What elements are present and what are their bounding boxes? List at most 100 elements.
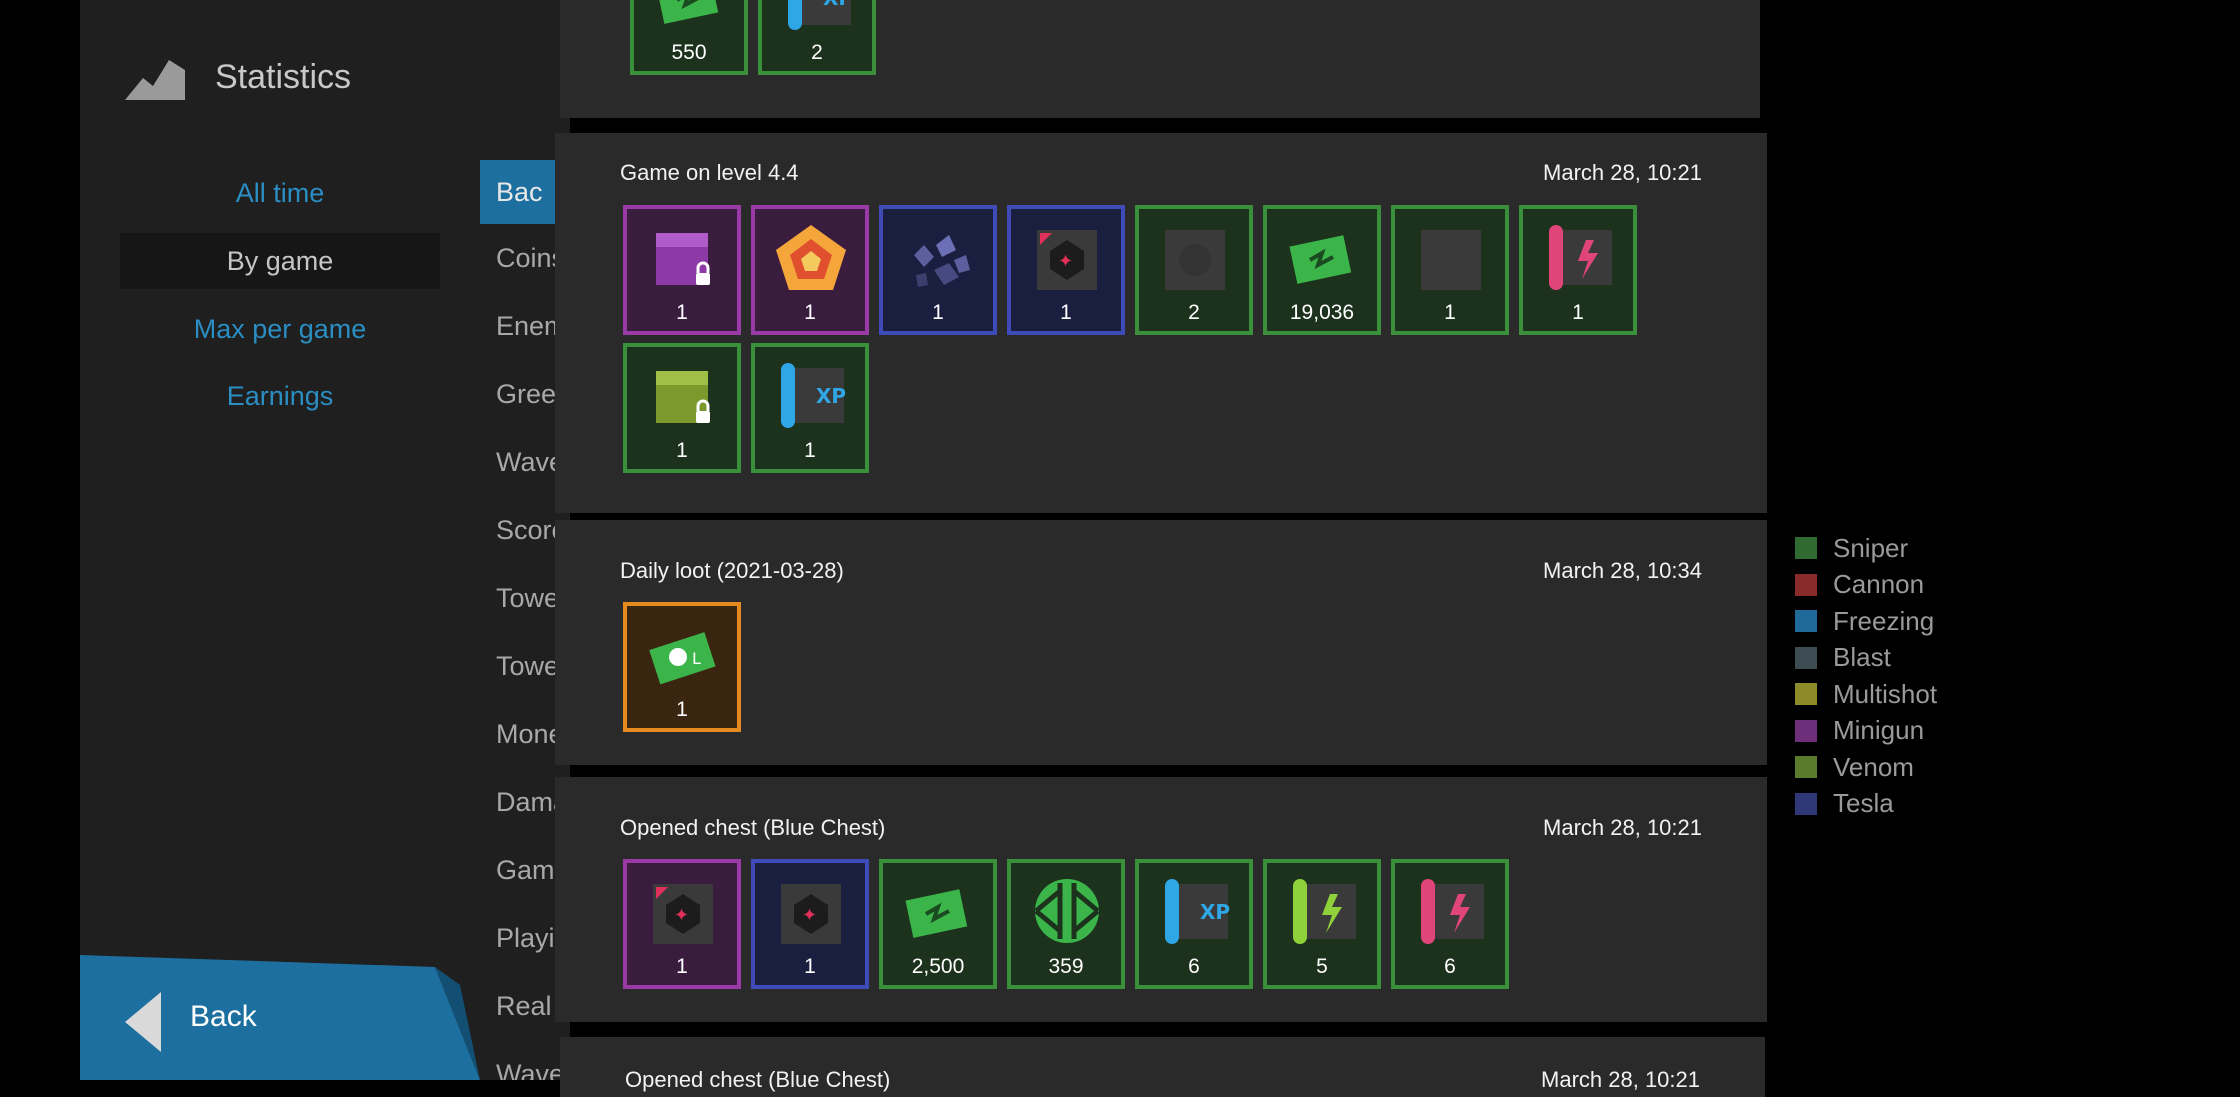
lime-scroll-icon bbox=[1293, 879, 1356, 944]
loot-tile: XP 6 bbox=[1135, 859, 1253, 989]
legend-label: Freezing bbox=[1833, 605, 1935, 636]
tab-all-time[interactable]: All time bbox=[120, 165, 440, 221]
tab-by-game[interactable]: By game bbox=[120, 233, 440, 289]
legend-item-sniper: Sniper bbox=[1795, 530, 1937, 567]
loot-card-date: March 28, 10:21 bbox=[1541, 1067, 1700, 1092]
loot-quantity: 1 bbox=[1572, 301, 1584, 324]
loot-tile: XP 1 bbox=[751, 343, 869, 473]
loot-quantity: 5 bbox=[1316, 955, 1328, 978]
loot-card-date: March 28, 10:21 bbox=[1543, 160, 1702, 185]
svg-text:XP: XP bbox=[816, 384, 846, 408]
back-button[interactable]: Back bbox=[80, 955, 480, 1080]
legend-swatch bbox=[1795, 573, 1817, 596]
loot-quantity: 2,500 bbox=[911, 955, 965, 978]
loot-tile: ✦ 1 bbox=[1007, 205, 1125, 335]
loot-tile: 1 bbox=[623, 205, 741, 335]
back-arrow-icon bbox=[125, 992, 161, 1052]
legend-label: Cannon bbox=[1833, 569, 1925, 600]
back-button-label: Back bbox=[190, 1000, 257, 1033]
loot-quantity: 1 bbox=[1444, 301, 1456, 324]
loot-quantity: 2 bbox=[1188, 301, 1200, 324]
legend-item-multishot: Multishot bbox=[1795, 676, 1937, 713]
svg-text:L: L bbox=[692, 649, 701, 668]
loot-tile: XP 2 bbox=[758, 0, 876, 75]
research-token-icon: ✦ bbox=[1037, 230, 1097, 290]
legend-label: Venom bbox=[1833, 751, 1914, 782]
loot-card-title: Opened chest (Blue Chest) bbox=[625, 1067, 891, 1092]
loot-tile: 5 bbox=[1263, 859, 1381, 989]
loot-card: Daily loot (2021-03-28) March 28, 10:34 … bbox=[555, 520, 1767, 765]
loot-quantity: 1 bbox=[676, 955, 688, 978]
loot-quantity: 6 bbox=[1188, 955, 1200, 978]
loot-tile: 359 bbox=[1007, 859, 1125, 989]
pink-scroll-icon bbox=[1421, 879, 1484, 944]
loot-tile: 1 bbox=[1519, 205, 1637, 335]
loot-quantity: 1 bbox=[804, 439, 816, 462]
loot-card-title: Daily loot (2021-03-28) bbox=[620, 558, 844, 583]
loot-tile: 1 bbox=[879, 205, 997, 335]
loot-quantity: 19,036 bbox=[1289, 301, 1355, 324]
loot-card: Opened chest (Blue Chest) March 28, 10:2… bbox=[555, 777, 1767, 1022]
svg-text:XP: XP bbox=[1200, 900, 1230, 924]
legend-swatch bbox=[1795, 537, 1817, 560]
loot-quantity: 1 bbox=[804, 955, 816, 978]
loot-quantity: 1 bbox=[932, 301, 944, 324]
legend-item-freezing: Freezing bbox=[1795, 603, 1937, 640]
loot-card-date: March 28, 10:34 bbox=[1543, 558, 1702, 583]
loot-quantity: 1 bbox=[676, 301, 688, 324]
research-token-icon: ✦ bbox=[781, 884, 841, 944]
loot-quantity: 1 bbox=[676, 698, 688, 721]
legend-label: Minigun bbox=[1833, 715, 1925, 746]
purple-locked-chest-icon bbox=[656, 233, 710, 285]
loot-quantity: 1 bbox=[804, 301, 816, 324]
loot-history: 550 XP 2 Game on level 4.4 March 28, 10:… bbox=[555, 0, 1770, 1097]
gray-tile-icon bbox=[1421, 230, 1481, 290]
dark-crystals-icon bbox=[914, 235, 970, 287]
green-tickets-icon bbox=[1289, 235, 1352, 284]
legend-label: Sniper bbox=[1833, 532, 1909, 563]
svg-text:✦: ✦ bbox=[1058, 251, 1073, 272]
loot-card: 550 XP 2 bbox=[560, 0, 1760, 118]
loot-quantity: 550 bbox=[671, 41, 707, 64]
legend-swatch bbox=[1795, 646, 1817, 669]
green-tickets-icon bbox=[905, 889, 968, 938]
legend-swatch bbox=[1795, 719, 1817, 742]
loot-tile: 2,500 bbox=[879, 859, 997, 989]
gray-tile-icon bbox=[1165, 230, 1225, 290]
legend-swatch bbox=[1795, 683, 1817, 706]
xp-scroll-icon: XP bbox=[788, 0, 853, 30]
tab-earnings[interactable]: Earnings bbox=[120, 368, 440, 424]
svg-text:XP: XP bbox=[823, 0, 853, 10]
svg-text:✦: ✦ bbox=[674, 905, 689, 926]
loot-ticket-icon: L bbox=[649, 632, 716, 685]
xp-scroll-icon: XP bbox=[781, 363, 846, 428]
legend-item-venom: Venom bbox=[1795, 749, 1937, 786]
loot-quantity: 1 bbox=[676, 439, 688, 462]
loot-tile: ✦ 1 bbox=[751, 859, 869, 989]
svg-text:✦: ✦ bbox=[802, 905, 817, 926]
tab-max-per-game[interactable]: Max per game bbox=[120, 301, 440, 357]
loot-quantity: 6 bbox=[1444, 955, 1456, 978]
orange-pentagon-emblem-icon bbox=[776, 225, 846, 290]
legend-label: Multishot bbox=[1833, 678, 1938, 709]
loot-card-date: March 28, 10:21 bbox=[1543, 815, 1702, 840]
loot-tile: 6 bbox=[1391, 859, 1509, 989]
green-tickets-icon bbox=[656, 0, 719, 24]
loot-quantity: 359 bbox=[1048, 955, 1084, 978]
tower-legend: Sniper Cannon Freezing Blast Multishot M… bbox=[1795, 530, 1937, 822]
legend-label: Tesla bbox=[1833, 788, 1894, 819]
green-emblem-icon bbox=[1034, 879, 1100, 943]
legend-item-blast: Blast bbox=[1795, 640, 1937, 677]
legend-label: Blast bbox=[1833, 642, 1891, 673]
loot-tile: 550 bbox=[630, 0, 748, 75]
legend-item-minigun: Minigun bbox=[1795, 713, 1937, 750]
loot-tile: 2 bbox=[1135, 205, 1253, 335]
legend-item-tesla: Tesla bbox=[1795, 786, 1937, 823]
xp-scroll-icon: XP bbox=[1165, 879, 1230, 944]
legend-swatch bbox=[1795, 792, 1817, 815]
loot-card: Opened chest (Blue Chest) March 28, 10:2… bbox=[560, 1037, 1765, 1097]
loot-quantity: 1 bbox=[1060, 301, 1072, 324]
loot-tile: 19,036 bbox=[1263, 205, 1381, 335]
legend-swatch bbox=[1795, 756, 1817, 779]
green-locked-chest-icon bbox=[656, 371, 710, 423]
